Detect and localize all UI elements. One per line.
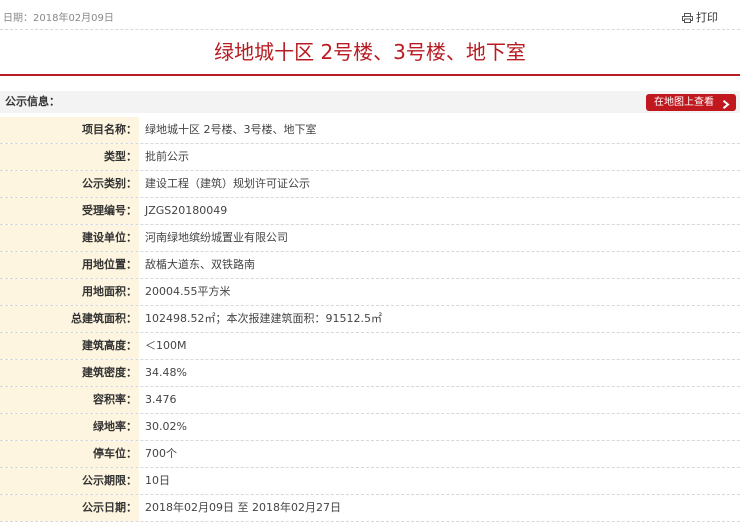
- field-value: 34.48%: [145, 366, 187, 379]
- field-value: 敌楯大道东、双铁路南: [145, 258, 255, 271]
- table-row: 建筑高度： ＜100M: [0, 333, 740, 360]
- field-label: 类型：: [0, 144, 139, 170]
- field-label: 容积率：: [0, 387, 139, 413]
- field-value: 30.02%: [145, 420, 187, 433]
- table-row: 建筑密度： 34.48%: [0, 360, 740, 387]
- section-header: 公示信息： 在地图上查看: [0, 91, 740, 113]
- table-row: 绿地率： 30.02%: [0, 414, 740, 441]
- top-bar: 日期：2018年02月09日 打印: [0, 0, 740, 30]
- field-value: 河南绿地缤纷城置业有限公司: [145, 231, 288, 244]
- info-table: 项目名称： 绿地城十区 2号楼、3号楼、地下室 类型： 批前公示 公示类别： 建设工程（建…: [0, 117, 740, 522]
- field-label: 用地位置：: [0, 252, 139, 278]
- field-label: 建设单位：: [0, 225, 139, 251]
- field-value: 102498.52㎡；本次报建建筑面积：91512.5㎡: [145, 312, 382, 325]
- field-value: ＜100M: [145, 339, 187, 352]
- table-row: 公示日期： 2018年02月09日 至 2018年02月27日: [0, 495, 740, 522]
- table-row: 用地位置： 敌楯大道东、双铁路南: [0, 252, 740, 279]
- field-label: 停车位：: [0, 441, 139, 467]
- field-value: 绿地城十区 2号楼、3号楼、地下室: [145, 123, 317, 136]
- view-on-map-label: 在地图上查看: [654, 97, 714, 108]
- field-label: 公示类别：: [0, 171, 139, 197]
- field-value: 700个: [145, 447, 177, 460]
- section-label: 公示信息：: [5, 95, 60, 108]
- field-value: 2018年02月09日 至 2018年02月27日: [145, 501, 341, 514]
- printer-icon: [682, 13, 693, 23]
- table-row: 停车位： 700个: [0, 441, 740, 468]
- field-value: 3.476: [145, 393, 177, 406]
- page-title: 绿地城十区 2号楼、3号楼、地下室: [214, 40, 526, 64]
- view-on-map-button[interactable]: 在地图上查看: [646, 94, 736, 111]
- field-value: JZGS20180049: [145, 204, 228, 217]
- field-value: 批前公示: [145, 150, 189, 163]
- field-label: 公示期限：: [0, 468, 139, 494]
- field-label: 项目名称：: [0, 117, 139, 143]
- table-row: 项目名称： 绿地城十区 2号楼、3号楼、地下室: [0, 117, 740, 144]
- print-label: 打印: [696, 11, 718, 24]
- publish-date: 日期：2018年02月09日: [3, 13, 114, 24]
- table-row: 容积率： 3.476: [0, 387, 740, 414]
- field-label: 用地面积：: [0, 279, 139, 305]
- field-label: 总建筑面积：: [0, 306, 139, 332]
- field-label: 建筑高度：: [0, 333, 139, 359]
- table-row: 用地面积： 20004.55平方米: [0, 279, 740, 306]
- print-button[interactable]: 打印: [682, 11, 718, 25]
- field-value: 20004.55平方米: [145, 285, 231, 298]
- table-row: 总建筑面积： 102498.52㎡；本次报建建筑面积：91512.5㎡: [0, 306, 740, 333]
- table-row: 建设单位： 河南绿地缤纷城置业有限公司: [0, 225, 740, 252]
- field-value: 10日: [145, 474, 170, 487]
- chevron-right-icon: [722, 98, 730, 115]
- table-row: 类型： 批前公示: [0, 144, 740, 171]
- table-row: 公示期限： 10日: [0, 468, 740, 495]
- field-label: 绿地率：: [0, 414, 139, 440]
- title-divider: [0, 74, 740, 76]
- field-value: 建设工程（建筑）规划许可证公示: [145, 177, 310, 190]
- field-label: 受理编号：: [0, 198, 139, 224]
- field-label: 公示日期：: [0, 495, 139, 521]
- table-row: 公示类别： 建设工程（建筑）规划许可证公示: [0, 171, 740, 198]
- field-label: 建筑密度：: [0, 360, 139, 386]
- table-row: 受理编号： JZGS20180049: [0, 198, 740, 225]
